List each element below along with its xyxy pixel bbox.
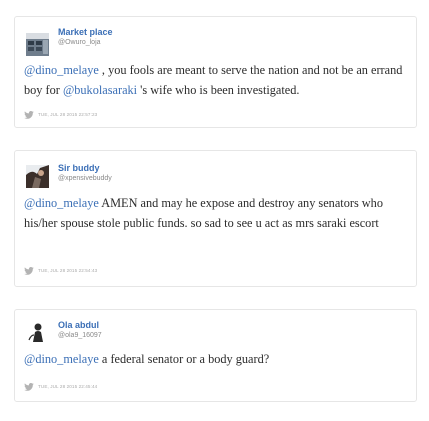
tweet-card: Ola abdul @ola9_16097 @dino_melaye a fed… xyxy=(14,309,417,402)
twitter-bird-icon[interactable] xyxy=(24,267,34,275)
tweet-card: Sir buddy @xpensivebuddy @dino_melaye AM… xyxy=(14,150,417,287)
mention-link[interactable]: @dino_melaye xyxy=(24,352,99,366)
user-handle[interactable]: @ola9_16097 xyxy=(58,331,102,340)
twitter-bird-icon[interactable] xyxy=(24,111,34,119)
tweet-date[interactable]: TUE, JUL 28 2015 22:45:44 xyxy=(38,383,97,391)
building-avatar-icon[interactable] xyxy=(26,33,49,56)
user-name[interactable]: Ola abdul xyxy=(58,320,102,331)
tweet-text: @dino_melaye AMEN and may he expose and … xyxy=(24,194,406,233)
user-info: Ola abdul @ola9_16097 xyxy=(58,320,102,340)
tweet-text: @dino_melaye , you fools are meant to se… xyxy=(24,61,406,100)
user-name[interactable]: Sir buddy xyxy=(58,163,112,174)
user-handle[interactable]: @xpensivebuddy xyxy=(58,174,112,183)
tweet-text-part: 's wife who is been investigated. xyxy=(137,82,300,97)
mention-link[interactable]: @dino_melaye xyxy=(24,63,99,77)
person-avatar-icon[interactable] xyxy=(26,165,49,188)
tweet-text: @dino_melaye a federal senator or a body… xyxy=(24,350,406,370)
mention-link[interactable]: @dino_melaye xyxy=(24,196,99,210)
user-handle[interactable]: @Owuro_loja xyxy=(58,38,113,47)
user-info: Sir buddy @xpensivebuddy xyxy=(58,163,112,183)
silhouette-avatar-icon[interactable] xyxy=(26,320,49,343)
tweet-meta: TUE, JUL 28 2015 22:54:43 xyxy=(24,266,97,276)
mention-link[interactable]: @bukolasaraki xyxy=(63,83,137,97)
tweet-meta: TUE, JUL 28 2015 22:57:23 xyxy=(24,110,97,120)
user-info: Market place @Owuro_loja xyxy=(58,27,113,47)
user-name[interactable]: Market place xyxy=(58,27,113,38)
tweet-card: Market place @Owuro_loja @dino_melaye , … xyxy=(14,16,417,128)
tweet-text-part: a federal senator or a body guard? xyxy=(98,352,270,366)
tweet-meta: TUE, JUL 28 2015 22:45:44 xyxy=(24,382,97,392)
tweet-date[interactable]: TUE, JUL 28 2015 22:57:23 xyxy=(38,111,97,119)
twitter-bird-icon[interactable] xyxy=(24,383,34,391)
tweet-date[interactable]: TUE, JUL 28 2015 22:54:43 xyxy=(38,267,97,275)
